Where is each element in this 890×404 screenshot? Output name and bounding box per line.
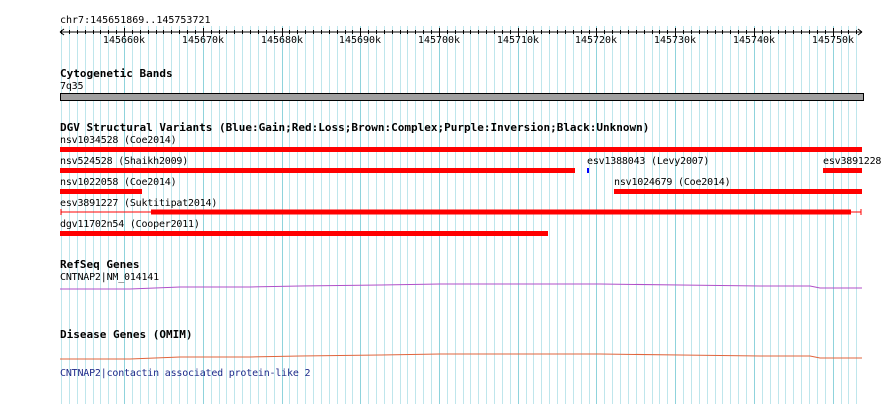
feature-label: nsv1034528 (Coe2014) bbox=[60, 135, 177, 146]
dgv-track[interactable]: DGV Structural Variants (Blue:Gain;Red:L… bbox=[0, 120, 890, 250]
tick-label: 145670k bbox=[181, 35, 225, 46]
feature-label: esv3891228 bbox=[823, 156, 882, 167]
tick-label: 145690k bbox=[338, 35, 382, 46]
sv-feature[interactable] bbox=[60, 147, 862, 152]
refseq-title: RefSeq Genes bbox=[60, 258, 140, 271]
cytoband-title: Cytogenetic Bands bbox=[60, 67, 173, 80]
tick-label: 145700k bbox=[417, 35, 461, 46]
tick-label: 145730k bbox=[653, 35, 697, 46]
cytoband-label: 7q35 bbox=[60, 81, 84, 92]
feature-label: esv1388043 (Levy2007) bbox=[587, 156, 710, 167]
refseq-gene-model[interactable] bbox=[0, 281, 890, 293]
tick-label: 145680k bbox=[260, 35, 304, 46]
tick-label: 145740k bbox=[732, 35, 776, 46]
cytoband-track[interactable]: Cytogenetic Bands 7q35 bbox=[0, 66, 890, 106]
tick-label: 145660k bbox=[102, 35, 146, 46]
sv-feature[interactable] bbox=[614, 189, 862, 194]
sv-feature-gain[interactable] bbox=[587, 168, 589, 173]
omim-gene-model[interactable] bbox=[0, 351, 890, 363]
tick-label: 145750k bbox=[811, 35, 855, 46]
refseq-track[interactable]: RefSeq Genes CNTNAP2|NM_014141 bbox=[0, 257, 890, 297]
dgv-title: DGV Structural Variants (Blue:Gain;Red:L… bbox=[60, 121, 650, 134]
tick-label: 145720k bbox=[574, 35, 618, 46]
feature-label: dgv11702n54 (Cooper2011) bbox=[60, 219, 200, 230]
sv-feature-split[interactable] bbox=[0, 207, 890, 217]
omim-gene-label[interactable]: CNTNAP2|contactin associated protein-lik… bbox=[60, 368, 310, 379]
omim-title: Disease Genes (OMIM) bbox=[60, 328, 193, 341]
sv-feature[interactable] bbox=[823, 168, 862, 173]
feature-label: nsv1022058 (Coe2014) bbox=[60, 177, 177, 188]
sv-feature[interactable] bbox=[60, 189, 142, 194]
sv-feature[interactable] bbox=[60, 231, 548, 236]
ruler-track[interactable]: chr7:145651869..145753721 145660k 145670k… bbox=[0, 0, 890, 55]
genome-browser: chr7:145651869..145753721 145660k 145670k… bbox=[0, 0, 890, 404]
cytoband-bar[interactable] bbox=[60, 93, 864, 101]
tick-label: 145710k bbox=[496, 35, 540, 46]
feature-label: nsv524528 (Shaikh2009) bbox=[60, 156, 189, 167]
feature-label: nsv1024679 (Coe2014) bbox=[614, 177, 731, 188]
omim-track[interactable]: Disease Genes (OMIM) CNTNAP2|contactin a… bbox=[0, 325, 890, 385]
sv-feature[interactable] bbox=[60, 168, 575, 173]
